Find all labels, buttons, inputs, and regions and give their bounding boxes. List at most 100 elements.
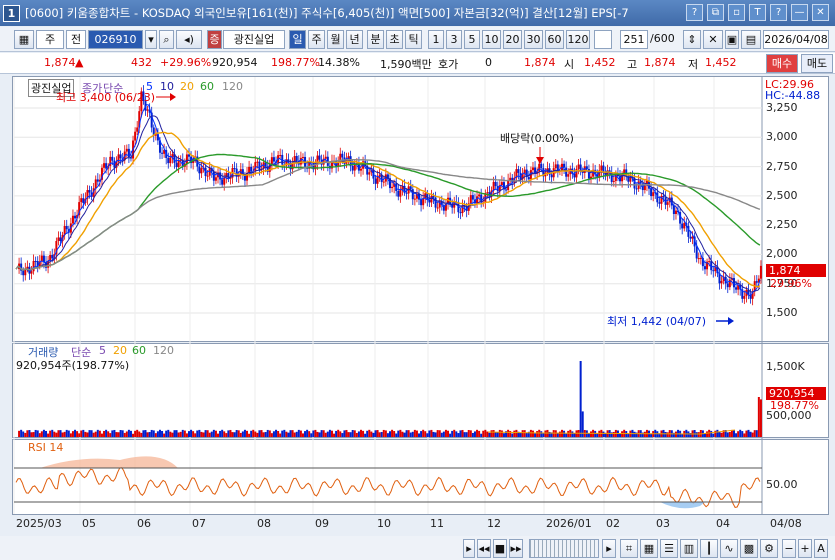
line-icon[interactable]: ∿: [720, 539, 738, 558]
volume-bar: [579, 361, 582, 437]
volume-bar: [187, 431, 190, 437]
volume-bar: [422, 429, 425, 437]
volume-bar: [467, 429, 470, 437]
volume-bar: [272, 431, 275, 437]
volume-bar: [345, 429, 348, 437]
volume-legend-ma5[interactable]: 5: [99, 344, 106, 357]
list-icon[interactable]: ☰: [660, 539, 678, 558]
volume-bar: [395, 433, 398, 437]
volume-bar: [22, 431, 25, 437]
next-icon[interactable]: ▸: [602, 539, 616, 558]
candle-body: [633, 178, 636, 189]
candle-body: [187, 154, 190, 157]
volume-bar: [430, 429, 433, 437]
legend-ma120[interactable]: 120: [222, 80, 243, 93]
volume-bar: [432, 431, 435, 437]
volume-bar: [171, 432, 174, 437]
volume-bar: [382, 429, 385, 437]
volume-bar: [735, 433, 738, 437]
volume-bar: [100, 433, 103, 437]
volume-bar: [98, 430, 101, 437]
volume-legend-ma120[interactable]: 120: [153, 344, 174, 357]
volume-bar: [177, 432, 180, 437]
volume-bar: [488, 432, 491, 437]
volume-bar: [685, 429, 688, 437]
candle-body: [96, 179, 99, 182]
bar-chart-icon[interactable]: ▥: [680, 539, 698, 558]
volume-bar: [362, 430, 365, 437]
zoom-slider[interactable]: [529, 539, 599, 558]
candle-body: [430, 195, 433, 203]
volume-value: 920,954주(198.77%): [16, 359, 130, 372]
volume-bar: [283, 429, 286, 437]
volume-bar: [105, 429, 108, 437]
volume-bar: [368, 429, 371, 437]
grid-icon[interactable]: ▩: [740, 539, 758, 558]
volume-bar: [326, 431, 329, 437]
legend-ma60[interactable]: 60: [200, 80, 214, 93]
volume-bar: [335, 430, 338, 437]
volume-bar: [621, 431, 624, 437]
legend-ma20[interactable]: 20: [180, 80, 194, 93]
zoom-in-icon[interactable]: +: [798, 539, 812, 558]
volume-bar: [455, 431, 458, 437]
volume-bar: [152, 430, 155, 437]
stop-icon[interactable]: ■: [493, 539, 507, 558]
candle-body: [272, 157, 275, 162]
candle-body: [726, 283, 729, 288]
scroll-right-icon[interactable]: ▸: [463, 539, 475, 558]
volume-bar: [494, 432, 497, 437]
font-icon[interactable]: A: [814, 539, 828, 558]
candle-body: [538, 163, 541, 172]
volume-bar: [38, 433, 41, 437]
volume-bar: [401, 431, 404, 437]
volume-bar: [513, 430, 516, 437]
volume-bar: [596, 433, 599, 437]
volume-bar: [198, 429, 201, 437]
volume-bar: [132, 433, 135, 437]
layout-grid-icon[interactable]: ▦: [640, 539, 658, 558]
volume-bar: [438, 430, 441, 437]
volume-bar: [759, 399, 762, 437]
settings-icon[interactable]: ⚙: [760, 539, 778, 558]
candle-body: [397, 190, 400, 197]
volume-bar: [148, 432, 151, 437]
volume-bar: [65, 429, 68, 437]
volume-bar: [643, 431, 646, 437]
volume-bar: [229, 429, 232, 437]
zoom-out-icon[interactable]: −: [782, 539, 796, 558]
volume-bar: [210, 431, 213, 437]
volume-legend-ma20[interactable]: 20: [113, 344, 127, 357]
forward-icon[interactable]: ▸▸: [509, 539, 523, 558]
x-axis-label: 12: [487, 517, 501, 530]
volume-bar: [256, 432, 259, 437]
x-axis-label: 08: [257, 517, 271, 530]
chart-canvas[interactable]: [0, 0, 835, 560]
candle-body: [391, 186, 394, 189]
candle-body: [697, 258, 700, 260]
candle-body: [577, 164, 580, 169]
volume-bar: [42, 429, 45, 437]
volume-bar: [202, 432, 205, 437]
volume-bar: [490, 430, 493, 437]
candle-body: [554, 164, 557, 169]
volume-bar: [386, 433, 389, 437]
rsi-legend[interactable]: RSI 14: [28, 441, 63, 454]
rewind-icon[interactable]: ◂◂: [477, 539, 491, 558]
volume-bar: [204, 430, 207, 437]
volume-bar: [380, 432, 383, 437]
volume-bar: [590, 431, 593, 437]
candle-body: [540, 163, 543, 169]
volume-bar: [347, 432, 350, 437]
candle-icon[interactable]: ┃: [700, 539, 718, 558]
volume-bar: [196, 430, 199, 437]
volume-bar: [471, 432, 474, 437]
volume-bar: [420, 431, 423, 437]
volume-bar: [328, 429, 331, 437]
legend-ma10[interactable]: 10: [160, 80, 174, 93]
volume-bar: [51, 429, 54, 437]
candle-body: [376, 176, 379, 184]
volume-legend-ma60[interactable]: 60: [132, 344, 146, 357]
volume-bar: [312, 430, 315, 437]
chart-style-icon[interactable]: ⌗: [620, 539, 638, 558]
